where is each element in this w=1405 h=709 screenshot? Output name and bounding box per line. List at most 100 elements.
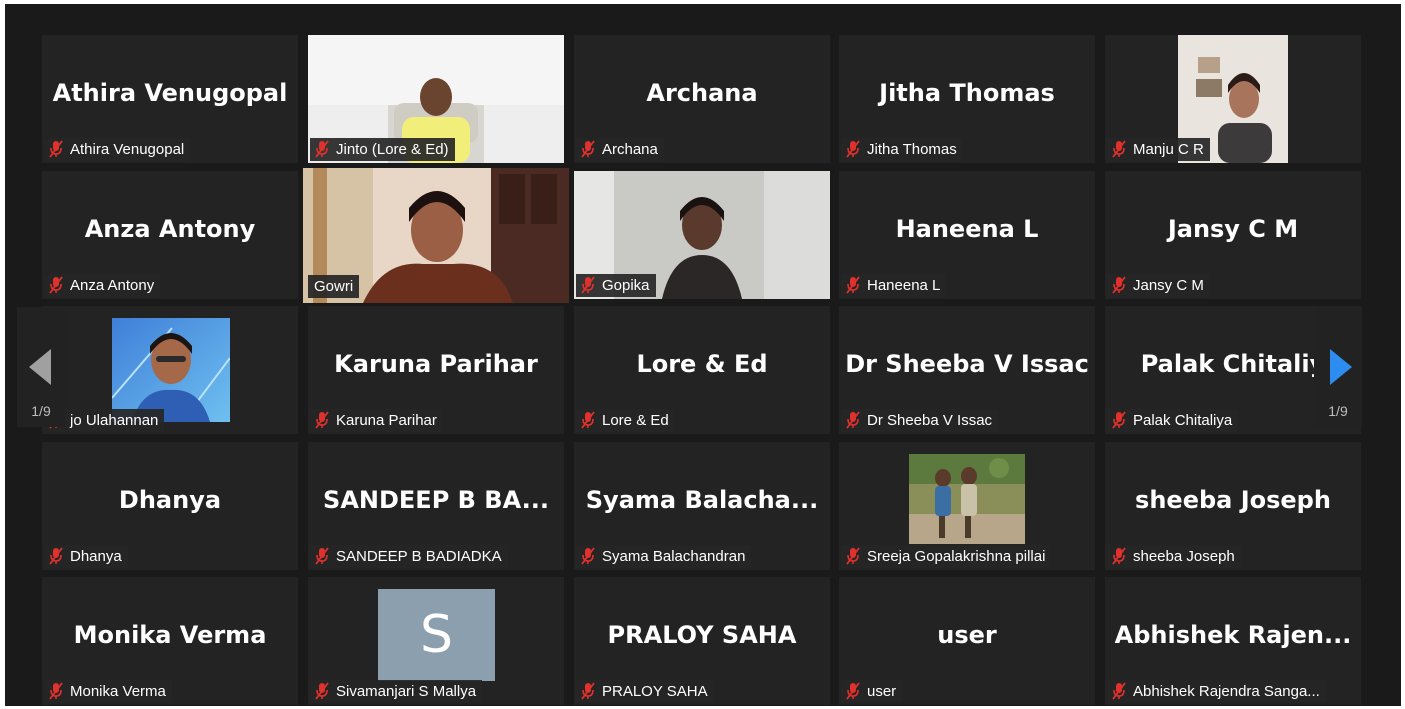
participant-avatar-photo [909,454,1025,544]
participant-label-text: Gowri [314,278,354,295]
participant-label: Jitha Thomas [841,138,963,161]
microphone-muted-icon [1112,682,1126,700]
participant-name-display: Dr Sheeba V Issac [845,350,1089,378]
avatar: S [378,589,495,681]
participant-tile-video[interactable]: jo Ulahannan [42,306,298,434]
participant-name-display: Karuna Parihar [334,350,538,378]
participant-label-text: Manju C R [1133,141,1204,158]
participant-label-text: PRALOY SAHA [602,683,708,700]
participant-name-display: Haneena L [895,215,1039,243]
participant-tile[interactable]: Monika Verma Monika Verma [42,577,298,705]
participant-label: Jinto (Lore & Ed) [310,138,455,161]
participant-label-text: Abhishek Rajendra Sanga... [1133,683,1320,700]
participant-label-text: Gopika [602,277,650,294]
participant-label: Sreeja Gopalakrishna pillai [841,545,1052,568]
participant-tile-video[interactable]: Sreeja Gopalakrishna pillai [839,442,1095,570]
participant-name-display: Archana [646,79,758,107]
participant-tile[interactable]: Dr Sheeba V Issac Dr Sheeba V Issac [839,306,1095,434]
participant-tile[interactable]: Syama Balacha... Syama Balachandran [574,442,830,570]
participant-tile-video[interactable]: Gopika [574,171,830,299]
microphone-muted-icon [581,276,595,294]
participant-label: user [841,680,903,703]
microphone-muted-icon [846,411,860,429]
participant-label: SANDEEP B BADIADKA [310,545,508,568]
microphone-muted-icon [846,276,860,294]
microphone-muted-icon [1112,411,1126,429]
participant-name-display: user [937,621,997,649]
participant-tile[interactable]: user user [839,577,1095,705]
participant-label-text: user [867,683,897,700]
participant-name-display: Dhanya [118,486,222,514]
participant-label-text: SANDEEP B BADIADKA [336,548,502,565]
participant-label-text: Sreeja Gopalakrishna pillai [867,548,1046,565]
microphone-muted-icon [846,140,860,158]
microphone-muted-icon [49,547,63,565]
participant-name-display: Lore & Ed [636,350,768,378]
participant-label-text: Monika Verma [70,683,166,700]
participant-label: Syama Balachandran [576,545,752,568]
participant-tile[interactable]: Jansy C M Jansy C M [1105,171,1361,299]
participant-tile[interactable]: Lore & Ed Lore & Ed [574,306,830,434]
participant-tile[interactable]: Haneena L Haneena L [839,171,1095,299]
microphone-muted-icon [1112,276,1126,294]
participant-label-text: Anza Antony [70,277,155,294]
gallery-view: Athira Venugopal Athira Venugopal Jinto … [5,4,1401,706]
microphone-muted-icon [315,682,329,700]
participant-tile[interactable]: SANDEEP B BA... SANDEEP B BADIADKA [308,442,564,570]
microphone-muted-icon [846,682,860,700]
avatar-letter: S [419,605,453,665]
participant-label: Gopika [576,274,656,297]
participant-tile[interactable]: Jitha Thomas Jitha Thomas [839,35,1095,163]
participant-tile[interactable]: Dhanya Dhanya [42,442,298,570]
participant-tile-video[interactable]: Manju C R [1105,35,1361,163]
next-page-button[interactable]: 1/9 [1314,307,1362,427]
participant-tile[interactable]: Karuna Parihar Karuna Parihar [308,306,564,434]
participant-name-display: Jansy C M [1167,215,1299,243]
page-indicator: 1/9 [31,403,51,419]
chevron-left-icon [29,349,51,385]
microphone-muted-icon [315,547,329,565]
participant-tile[interactable]: PRALOY SAHA PRALOY SAHA [574,577,830,705]
participant-label-text: Haneena L [867,277,941,294]
participant-label: Monika Verma [44,680,172,703]
participant-label: Jansy C M [1107,274,1210,297]
participant-label: Manju C R [1107,138,1210,161]
participant-label: Anza Antony [44,274,161,297]
previous-page-button[interactable]: 1/9 [17,307,65,427]
microphone-muted-icon [581,547,595,565]
chevron-right-icon [1330,349,1352,385]
microphone-muted-icon [581,140,595,158]
microphone-muted-icon [49,140,63,158]
participant-tile[interactable]: Anza Antony Anza Antony [42,171,298,299]
participant-label-text: Athira Venugopal [70,141,185,158]
participant-tile[interactable]: sheeba Joseph sheeba Joseph [1105,442,1361,570]
participant-label-text: sheeba Joseph [1133,548,1235,565]
participant-label: Abhishek Rajendra Sanga... [1107,680,1326,703]
participant-label: Gowri [308,275,360,298]
participant-label: PRALOY SAHA [576,680,714,703]
participant-label: Haneena L [841,274,947,297]
participant-label-text: Palak Chitaliya [1133,412,1233,429]
participant-label: Karuna Parihar [310,409,443,432]
microphone-muted-icon [315,411,329,429]
participant-tile[interactable]: Abhishek Rajen... Abhishek Rajendra Sang… [1105,577,1361,705]
participant-tile[interactable]: Athira Venugopal Athira Venugopal [42,35,298,163]
participant-label-text: jo Ulahannan [70,412,159,429]
participant-name-display: Jitha Thomas [879,79,1055,107]
participant-tile-video[interactable]: Jinto (Lore & Ed) [308,35,564,163]
participant-label-text: Jansy C M [1133,277,1204,294]
microphone-muted-icon [1112,140,1126,158]
participant-tile[interactable]: S Sivamanjari S Mallya [308,577,564,705]
participant-tile-active-speaker[interactable]: Gowri [303,168,569,303]
participant-avatar-photo [112,318,230,422]
microphone-muted-icon [1112,547,1126,565]
microphone-muted-icon [581,682,595,700]
participant-label: Archana [576,138,664,161]
participant-name-display: Athira Venugopal [52,79,288,107]
participant-tile[interactable]: Archana Archana [574,35,830,163]
participant-label: Lore & Ed [576,409,675,432]
page-indicator: 1/9 [1328,403,1348,419]
participant-name-display: PRALOY SAHA [607,621,797,649]
microphone-muted-icon [315,140,329,158]
participant-label: sheeba Joseph [1107,545,1241,568]
